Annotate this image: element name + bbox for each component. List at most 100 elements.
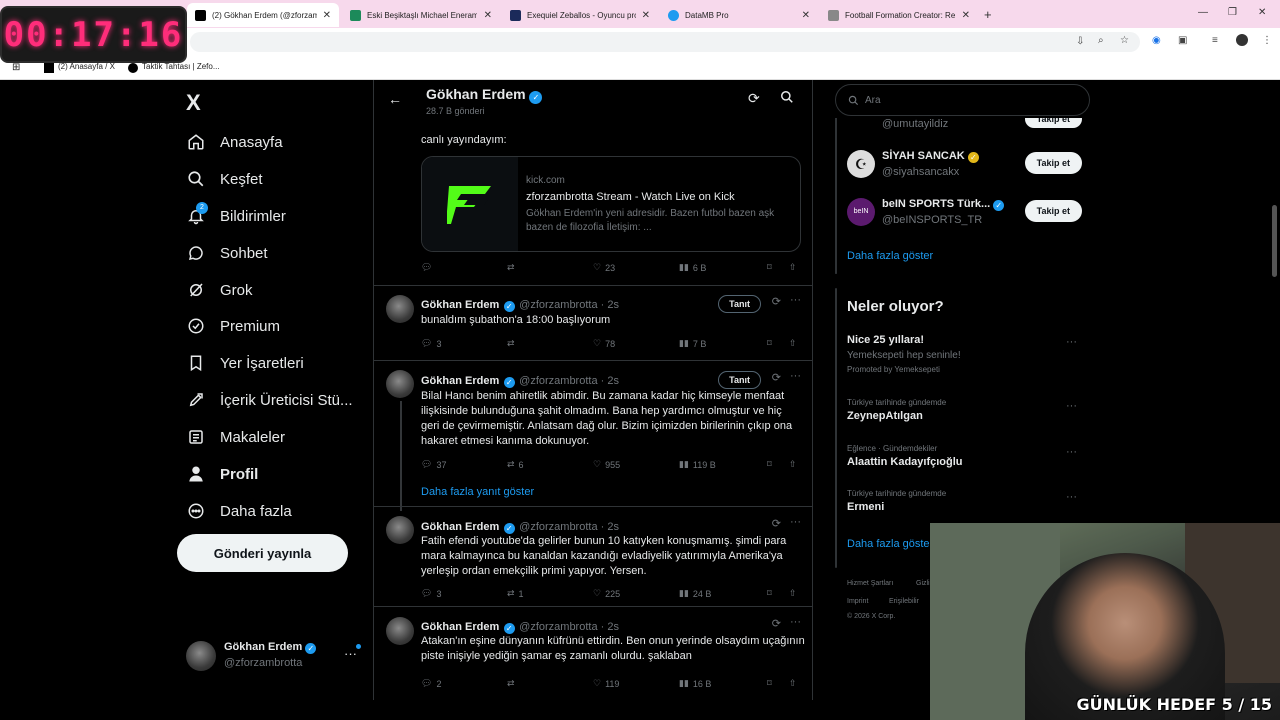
grok-icon[interactable]: ⟳ [772,617,781,630]
trend-item[interactable]: Nice 25 yıllara! Yemeksepeti hep seninle… [847,334,1077,374]
close-tab-icon[interactable]: ✕ [484,10,492,21]
trend-item[interactable]: Türkiye tarihinde gündemde ZeynepAtılgan… [847,398,1077,422]
nav-item-home[interactable]: Anasayfa [186,127,283,157]
tab-zeballos[interactable]: Exequiel Zeballos - Oyuncu profili ✕ [502,3,658,27]
account-switcher[interactable]: Gökhan Erdem ✓ @zforzambrotta ··· [186,638,361,678]
minimize-icon[interactable]: — [1198,7,1208,18]
trend-item[interactable]: Eğlence · Gündemdekiler Alaattin Kadayıf… [847,444,1077,468]
retweet-icon[interactable]: ⇄ [507,678,515,689]
reply-button[interactable]: 💬︎ 3 [421,588,441,599]
tweet[interactable]: Gökhan Erdem ✓ @zforzambrotta · 2s Tanıt… [374,361,812,511]
footer-link[interactable]: Gizli [916,580,930,587]
like-button[interactable]: ♡ 119 [593,678,619,689]
grok-icon[interactable]: ⟳ [748,90,760,107]
nav-item-notifications[interactable]: 2 Bildirimler [186,201,286,231]
nav-item-premium[interactable]: Premium [186,311,280,341]
close-window-icon[interactable]: ✕ [1258,7,1266,18]
kebab-menu-icon[interactable]: ⋮ [1262,35,1272,46]
like-button[interactable]: ♡ 225 [593,588,620,599]
restore-icon[interactable]: ❐ [1228,7,1237,18]
more-dots-icon[interactable]: ··· [1066,400,1077,412]
show-more-link[interactable]: Daha fazla göster [847,250,933,262]
link-card[interactable]: kick.com zforzambrotta Stream - Watch Li… [421,156,801,252]
reply-icon[interactable]: 💬︎ [421,262,432,273]
bookmark-icon[interactable]: ⌑ [767,262,772,273]
views-button[interactable]: ▮▮ 6 B [679,262,706,273]
bookmark-item[interactable]: Taktik Tahtası | Zefo... [142,62,220,71]
extension-icon[interactable]: ◉ [1152,35,1161,46]
puzzle-icon[interactable]: ▣ [1178,35,1187,46]
retweet-icon[interactable]: ⇄ [507,338,515,349]
more-dots-icon[interactable]: ··· [790,370,801,382]
url-field[interactable] [190,32,1140,52]
reply-button[interactable]: 💬︎ 2 [421,678,441,689]
more-dots-icon[interactable]: ··· [1066,446,1077,458]
retweet-icon[interactable]: ⇄ [507,262,515,273]
trend-item[interactable]: Türkiye tarihinde gündemde Ermeni ··· [847,489,1077,513]
search-input[interactable]: Ara [835,84,1090,116]
back-arrow-icon[interactable]: ← [388,91,402,107]
search-icon[interactable] [780,90,794,109]
post-button[interactable]: Gönderi yayınla [177,534,348,572]
more-dots-icon[interactable]: ··· [344,646,357,661]
nav-item-profile[interactable]: Profil [186,459,258,489]
views-button[interactable]: ▮▮ 16 B [679,678,711,689]
bookmark-icon[interactable]: ⌑ [767,678,772,689]
like-button[interactable]: ♡ 78 [593,338,615,349]
nav-item-grok[interactable]: Grok [186,275,253,305]
star-icon[interactable]: ☆ [1120,35,1129,46]
tweet[interactable]: Gökhan Erdem ✓ @zforzambrotta · 2s ⟳ ···… [374,607,812,700]
follow-suggestion[interactable]: beIN beIN SPORTS Türk... ✓ @beINSPORTS_T… [847,196,1082,228]
follow-button[interactable]: Takip et [1024,152,1082,174]
tanit-button[interactable]: Tanıt [718,371,761,389]
more-dots-icon[interactable]: ··· [790,616,801,628]
close-tab-icon[interactable]: ✕ [323,10,331,21]
nav-item-bookmarks[interactable]: Yer İşaretleri [186,348,304,378]
zoom-icon[interactable]: ⌕ [1098,35,1104,46]
tab-x-profile[interactable]: (2) Gökhan Erdem (@zforzambrotta) ✕ [187,3,339,27]
follow-button[interactable]: Takip et [1024,200,1082,222]
nav-item-chat[interactable]: Sohbet [186,238,268,268]
share-icon[interactable]: ⇧ [789,262,797,273]
x-logo-icon[interactable]: X [186,90,201,116]
bookmark-icon[interactable]: ⌑ [767,588,772,599]
retweet-button[interactable]: ⇄ 6 [507,459,524,470]
grok-icon[interactable]: ⟳ [772,371,781,384]
retweet-button[interactable]: ⇄ 1 [507,588,524,599]
like-button[interactable]: ♡ 955 [593,459,620,470]
tab-datamb[interactable]: DataMB Pro ✕ [660,3,818,27]
tweet[interactable]: Gökhan Erdem ✓ @zforzambrotta · 2s ⟳ ···… [374,507,812,607]
nav-item-explore[interactable]: Keşfet [186,164,263,194]
tab-formation[interactable]: Football Formation Creator: Re ✕ [820,3,978,27]
show-more-trends-link[interactable]: Daha fazla göster [847,538,933,550]
apps-grid-icon[interactable]: ⊞ [12,62,20,73]
share-icon[interactable]: ⇧ [789,588,797,599]
grok-icon[interactable]: ⟳ [772,295,781,308]
footer-link[interactable]: Imprint [847,598,868,605]
close-tab-icon[interactable]: ✕ [642,10,650,21]
views-button[interactable]: ▮▮ 24 B [679,588,711,599]
reply-button[interactable]: 💬︎ 37 [421,459,446,470]
more-dots-icon[interactable]: ··· [1066,336,1077,348]
nav-item-articles[interactable]: Makaleler [186,422,285,452]
tanit-button[interactable]: Tanıt [718,295,761,313]
share-icon[interactable]: ⇧ [789,459,797,470]
follow-suggestion[interactable]: @umutayildiz Takip et [847,118,1082,134]
menu-list-icon[interactable]: ≡ [1212,35,1218,46]
share-icon[interactable]: ⇧ [789,678,797,689]
reply-button[interactable]: 💬︎ 3 [421,338,441,349]
views-button[interactable]: ▮▮ 7 B [679,338,706,349]
follow-button[interactable]: Takip et [1024,118,1082,128]
views-button[interactable]: ▮▮ 119 B [679,459,716,470]
nav-item-more[interactable]: Daha fazla [186,496,292,526]
bookmark-icon[interactable]: ⌑ [767,338,772,349]
tweet-card[interactable]: canlı yayındayım: kick.com zforzambrotta… [374,120,812,286]
new-tab-icon[interactable]: + [984,7,992,22]
scrollbar[interactable] [1272,205,1277,277]
more-dots-icon[interactable]: ··· [790,516,801,528]
bookmark-item[interactable]: (2) Anasayfa / X [58,62,115,71]
close-tab-icon[interactable]: ✕ [962,10,970,21]
show-more-replies-link[interactable]: Daha fazla yanıt göster [421,486,534,498]
grok-icon[interactable]: ⟳ [772,517,781,530]
tab-eneramo[interactable]: Eski Beşiktaşlı Michael Eneramo ✕ [342,3,500,27]
